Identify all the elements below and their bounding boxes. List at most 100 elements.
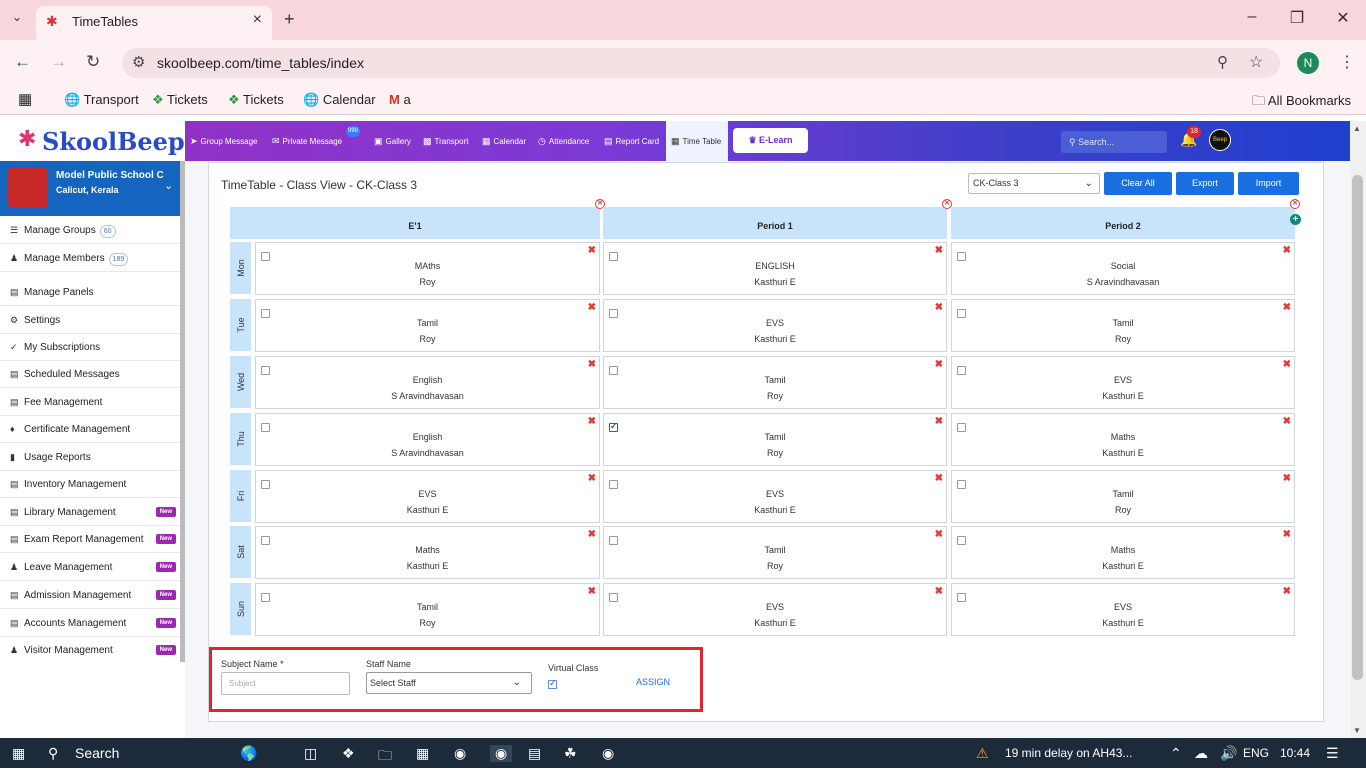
sidebar-item-usage-reports[interactable]: ▮ Usage Reports bbox=[0, 444, 180, 471]
language-indicator[interactable]: ENG bbox=[1243, 746, 1269, 760]
browser-tab[interactable]: ✱ TimeTables × bbox=[36, 6, 272, 40]
import-button[interactable]: Import bbox=[1238, 172, 1299, 195]
nav-time-table[interactable]: ▦ Time Table bbox=[666, 121, 728, 161]
taskbar-search-icon[interactable]: ⚲ bbox=[48, 745, 58, 762]
remove-cell-icon[interactable]: ✖ bbox=[1283, 473, 1291, 484]
remove-cell-icon[interactable]: ✖ bbox=[935, 473, 943, 484]
remove-cell-icon[interactable]: ✖ bbox=[1283, 416, 1291, 427]
timetable-cell[interactable]: ✖ EVS Kasthuri E bbox=[255, 470, 600, 523]
clear-all-button[interactable]: Clear All bbox=[1104, 172, 1172, 195]
bookmark-calendar[interactable]: 🌐 Calendar bbox=[303, 92, 376, 108]
menu-kebab-icon[interactable]: ⋮ bbox=[1339, 52, 1355, 72]
chrome-icon[interactable]: ◉ bbox=[454, 745, 466, 762]
cell-checkbox[interactable] bbox=[261, 536, 270, 545]
cell-checkbox[interactable] bbox=[609, 309, 618, 318]
remove-cell-icon[interactable]: ✖ bbox=[1283, 359, 1291, 370]
elearn-button[interactable]: ♛ E-Learn bbox=[733, 128, 808, 153]
speaker-icon[interactable]: 🔊 bbox=[1220, 745, 1237, 762]
sidebar-item-exam-report-management[interactable]: ▤ Exam Report Management New bbox=[0, 526, 180, 553]
cell-checkbox[interactable] bbox=[609, 366, 618, 375]
sidebar-item-visitor-management[interactable]: ♟ Visitor Management New bbox=[0, 637, 180, 664]
timetable-cell[interactable]: ✖ EVS Kasthuri E bbox=[603, 470, 947, 523]
remove-cell-icon[interactable]: ✖ bbox=[935, 586, 943, 597]
nav-transport[interactable]: ▩ Transport bbox=[423, 121, 468, 161]
minimize-icon[interactable]: – bbox=[1242, 8, 1262, 26]
timetable-cell[interactable]: ✖ Tamil Roy bbox=[603, 356, 947, 409]
staff-select[interactable]: Select Staff ⌄ bbox=[366, 672, 532, 694]
cell-checkbox[interactable] bbox=[957, 309, 966, 318]
sidebar-item-leave-management[interactable]: ♟ Leave Management New bbox=[0, 554, 180, 581]
cell-checkbox[interactable] bbox=[609, 593, 618, 602]
timetable-cell[interactable]: ✖ Tamil Roy bbox=[951, 299, 1295, 352]
taskbar-search-label[interactable]: Search bbox=[75, 745, 119, 761]
class-select[interactable]: CK-Class 3 ⌄ bbox=[968, 173, 1100, 194]
remove-cell-icon[interactable]: ✖ bbox=[1283, 586, 1291, 597]
remove-cell-icon[interactable]: ✖ bbox=[935, 416, 943, 427]
remove-cell-icon[interactable]: ✖ bbox=[588, 416, 596, 427]
cell-checkbox[interactable] bbox=[609, 421, 618, 432]
nav-report-card[interactable]: ▤ Report Card bbox=[604, 121, 659, 161]
nav-calendar[interactable]: ▦ Calendar bbox=[482, 121, 526, 161]
cloud-icon[interactable]: ☁ bbox=[1194, 745, 1208, 762]
sidebar-item-accounts-management[interactable]: ▤ Accounts Management New bbox=[0, 610, 180, 637]
close-tab-icon[interactable]: × bbox=[253, 11, 262, 29]
store-icon[interactable]: ▦ bbox=[416, 745, 429, 762]
page-scrollbar-thumb[interactable] bbox=[1352, 175, 1363, 680]
sidebar-item-scheduled-messages[interactable]: ▤ Scheduled Messages bbox=[0, 361, 180, 388]
timetable-cell[interactable]: ✖ MAths Roy bbox=[255, 242, 600, 295]
notepad-icon[interactable]: ▤ bbox=[528, 745, 541, 762]
site-info-icon[interactable]: ⚙ bbox=[132, 53, 145, 71]
remove-cell-icon[interactable]: ✖ bbox=[935, 245, 943, 256]
bookmark-tickets-2[interactable]: ❖ Tickets bbox=[228, 92, 284, 108]
timetable-cell[interactable]: ✖ EVS Kasthuri E bbox=[951, 583, 1295, 636]
sidebar-item-manage-panels[interactable]: ▤ Manage Panels bbox=[0, 279, 180, 306]
timetable-cell[interactable]: ✖ Maths Kasthuri E bbox=[951, 526, 1295, 579]
sidebar-item-my-subscriptions[interactable]: ✓ My Subscriptions bbox=[0, 334, 180, 361]
sidebar-item-manage-groups[interactable]: ☰ Manage Groups 60 bbox=[0, 217, 180, 244]
cell-checkbox[interactable] bbox=[609, 480, 618, 489]
timetable-cell[interactable]: ✖ Tamil Roy bbox=[603, 413, 947, 466]
app-search-input[interactable]: ⚲ Search... bbox=[1061, 131, 1167, 153]
task-view-icon[interactable]: ◫ bbox=[304, 745, 317, 762]
cell-checkbox[interactable] bbox=[957, 423, 966, 432]
cell-checkbox[interactable] bbox=[261, 480, 270, 489]
remove-cell-icon[interactable]: ✖ bbox=[1283, 245, 1291, 256]
timetable-cell[interactable]: ✖ English S Aravindhavasan bbox=[255, 413, 600, 466]
cell-checkbox[interactable] bbox=[957, 366, 966, 375]
windows-start-icon[interactable]: ▦ bbox=[12, 745, 25, 762]
notification-center-icon[interactable]: ☰ bbox=[1326, 745, 1339, 762]
new-tab-icon[interactable]: + bbox=[284, 9, 295, 30]
close-window-icon[interactable]: ✕ bbox=[1333, 8, 1353, 28]
remove-cell-icon[interactable]: ✖ bbox=[588, 529, 596, 540]
add-column-icon[interactable]: + bbox=[1290, 214, 1301, 225]
cell-checkbox[interactable] bbox=[609, 252, 618, 261]
timetable-cell[interactable]: ✖ Tamil Roy bbox=[255, 299, 600, 352]
timetable-cell[interactable]: ✖ Maths Kasthuri E bbox=[951, 413, 1295, 466]
apps-grid-icon[interactable]: ▦ bbox=[18, 90, 32, 108]
cell-checkbox[interactable] bbox=[261, 309, 270, 318]
timetable-cell[interactable]: ✖ EVS Kasthuri E bbox=[603, 299, 947, 352]
nav-private-message[interactable]: ✉ Private Message bbox=[272, 121, 342, 161]
timetable-cell[interactable]: ✖ ENGLISH Kasthuri E bbox=[603, 242, 947, 295]
timetable-cell[interactable]: ✖ Social S Aravindhavasan bbox=[951, 242, 1295, 295]
cell-checkbox[interactable] bbox=[261, 593, 270, 602]
cell-checkbox[interactable] bbox=[261, 423, 270, 432]
paint-icon[interactable]: ☘ bbox=[564, 745, 577, 762]
bookmark-transport[interactable]: 🌐 Transport bbox=[64, 92, 139, 108]
remove-cell-icon[interactable]: ✖ bbox=[588, 473, 596, 484]
nav-group-message[interactable]: ➤ Group Message bbox=[190, 121, 257, 161]
address-bar[interactable]: ⚙ skoolbeep.com/time_tables/index ⚲ ☆ bbox=[122, 48, 1280, 78]
timetable-cell[interactable]: ✖ Tamil Roy bbox=[951, 470, 1295, 523]
remove-cell-icon[interactable]: ✖ bbox=[1283, 302, 1291, 313]
scroll-up-icon[interactable]: ▲ bbox=[1353, 124, 1361, 133]
zoom-icon[interactable]: ⚲ bbox=[1217, 53, 1228, 71]
assign-button[interactable]: ASSIGN bbox=[636, 677, 670, 687]
remove-cell-icon[interactable]: ✖ bbox=[935, 302, 943, 313]
file-explorer-icon[interactable]: 🗀 bbox=[378, 745, 392, 769]
cell-checkbox[interactable] bbox=[261, 366, 270, 375]
sidebar-item-manage-members[interactable]: ♟ Manage Members 189 bbox=[0, 245, 180, 272]
skoolbeep-logo[interactable]: ✱ SkoolBeep bbox=[0, 121, 185, 161]
chrome-profile-icon[interactable]: ◉ bbox=[602, 745, 614, 762]
chrome-active-icon[interactable]: ◉ bbox=[490, 745, 513, 762]
back-icon[interactable]: ← bbox=[14, 52, 31, 72]
